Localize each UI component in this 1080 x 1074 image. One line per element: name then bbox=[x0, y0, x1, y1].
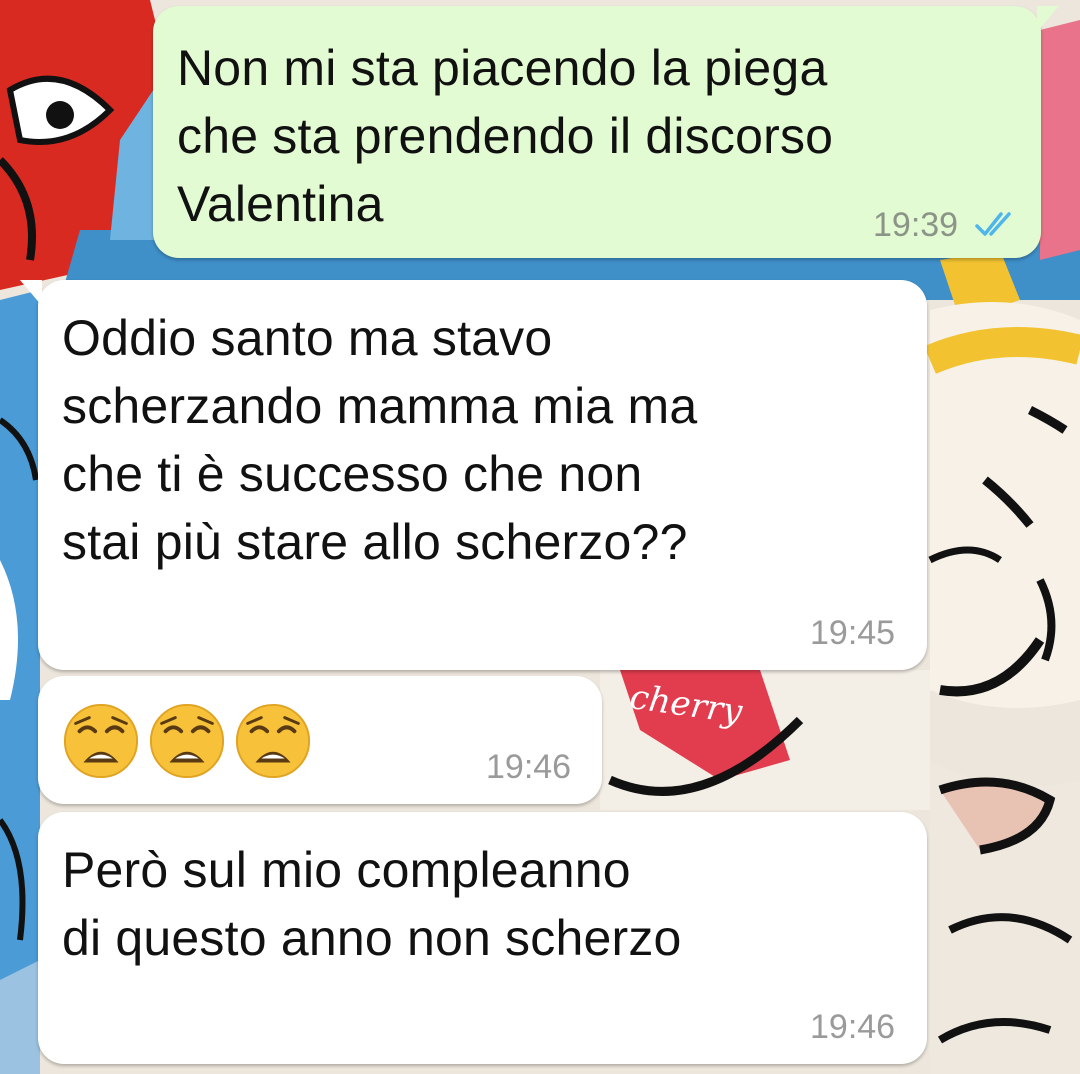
message-timestamp: 19:45 bbox=[810, 614, 896, 652]
message-bubble-incoming[interactable]: Oddio santo ma stavo scherzando mamma mi… bbox=[20, 280, 927, 670]
message-bubble-outgoing[interactable]: Non mi sta piacendo la piega che sta pre… bbox=[153, 6, 1059, 258]
message-timestamp: 19:46 bbox=[810, 1008, 896, 1046]
message-timestamp: 19:46 bbox=[486, 748, 572, 786]
message-timestamp: 19:39 bbox=[873, 206, 959, 244]
bubble-tail bbox=[20, 280, 42, 306]
message-text: Però sul mio compleanno di questo anno n… bbox=[62, 842, 682, 966]
message-bubble-incoming-emoji[interactable]: 19:46 bbox=[38, 676, 602, 804]
weary-face-emoji-icon bbox=[235, 703, 311, 779]
message-bubble-incoming[interactable]: Però sul mio compleanno di questo anno n… bbox=[38, 812, 927, 1064]
weary-face-emoji-icon bbox=[149, 703, 225, 779]
message-text: Oddio santo ma stavo scherzando mamma mi… bbox=[62, 310, 698, 570]
message-text: Non mi sta piacendo la piega che sta pre… bbox=[177, 40, 834, 232]
weary-face-emoji-icon bbox=[63, 703, 139, 779]
double-check-read-icon bbox=[975, 212, 1011, 236]
emoji-row bbox=[62, 702, 312, 780]
bubble-tail bbox=[1037, 6, 1059, 32]
